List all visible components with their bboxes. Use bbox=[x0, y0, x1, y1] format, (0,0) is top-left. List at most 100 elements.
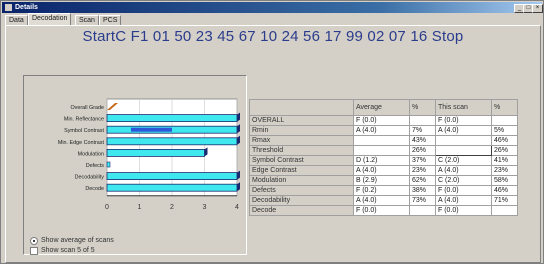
table-header-cell: % bbox=[491, 99, 518, 116]
bar-end bbox=[237, 170, 240, 180]
bar-main bbox=[106, 149, 205, 157]
table-cell bbox=[491, 205, 518, 216]
bar-end bbox=[237, 182, 240, 192]
decode-string: StartC F1 01 50 23 45 67 10 24 56 17 99 … bbox=[82, 28, 464, 45]
table-row: Decodability A (4.0) 73% A (4.0) 71% bbox=[249, 195, 518, 206]
table-cell bbox=[353, 135, 410, 146]
table-row: Edge Contrast A (4.0) 23% A (4.0) 23% bbox=[249, 165, 518, 176]
table-row: Rmin A (4.0) 7% A (4.0) 5% bbox=[249, 125, 518, 136]
table-row-label: Rmin bbox=[249, 125, 354, 136]
checkbox-show-scan[interactable] bbox=[30, 247, 38, 255]
table-header-cell bbox=[249, 99, 354, 116]
table-header-cell: % bbox=[409, 99, 436, 116]
x-tick-label: 3 bbox=[203, 204, 207, 211]
radio-show-average[interactable] bbox=[30, 237, 38, 245]
app-icon bbox=[5, 4, 12, 11]
category-label: Modulation bbox=[78, 151, 104, 157]
table-cell: 71% bbox=[491, 195, 518, 206]
table-cell: C (2.0) bbox=[435, 175, 492, 186]
category-label: Defects bbox=[86, 163, 105, 169]
table-cell: A (4.0) bbox=[435, 195, 492, 206]
table-cell: 5% bbox=[491, 125, 518, 136]
table-row: Threshold 26% 26% bbox=[249, 145, 518, 156]
option-show-average-label: Show average of scans bbox=[41, 237, 114, 244]
category-label: Overall Grade bbox=[70, 105, 104, 111]
table-cell: B (2.9) bbox=[353, 175, 410, 186]
grade-chart: 0 1 2 3 4 Overall Grade Min. Reflectance Symbol… bbox=[23, 75, 247, 255]
bar-secondary bbox=[131, 127, 172, 132]
table-cell: A (4.0) bbox=[353, 125, 410, 136]
table-cell: D (1.2) bbox=[353, 155, 410, 166]
table-cell bbox=[409, 205, 436, 216]
table-cell: 38% bbox=[409, 185, 436, 196]
x-tick-label: 0 bbox=[105, 204, 109, 211]
decodation-panel: StartC F1 01 50 23 45 67 10 24 56 17 99 … bbox=[5, 25, 541, 263]
bar-main bbox=[106, 183, 238, 192]
table-row: Defects F (0.2) 38% F (0.0) 46% bbox=[249, 185, 518, 196]
table-row: OVERALL F (0.0) F (0.0) bbox=[249, 115, 518, 126]
table-row-label: Modulation bbox=[249, 175, 354, 186]
category-label: Min. Reflectance bbox=[64, 117, 104, 123]
close-button[interactable]: × bbox=[532, 4, 543, 13]
bar-main bbox=[106, 172, 238, 180]
table-cell: 43% bbox=[409, 135, 436, 146]
window-title: Details bbox=[15, 4, 38, 11]
table-cell: A (4.0) bbox=[435, 125, 492, 136]
table-row-label: Defects bbox=[249, 185, 354, 196]
table-cell: 26% bbox=[409, 145, 436, 156]
table-cell: 46% bbox=[491, 135, 518, 146]
table-cell: F (0.0) bbox=[353, 205, 410, 216]
table-cell: F (0.0) bbox=[435, 205, 492, 216]
table-cell: A (4.0) bbox=[353, 165, 410, 176]
table-cell: F (0.0) bbox=[435, 115, 492, 126]
table-cell: A (4.0) bbox=[435, 165, 492, 176]
x-tick-label: 1 bbox=[138, 204, 142, 211]
table-row-label: Edge Contrast bbox=[249, 165, 354, 176]
table-cell: 73% bbox=[409, 195, 436, 206]
table-row-label: Decodability bbox=[249, 195, 354, 206]
grade-chart-svg: 0 1 2 3 4 Overall Grade Min. Reflectance Symbol… bbox=[58, 98, 240, 211]
table-cell: 23% bbox=[409, 165, 436, 176]
table-cell: F (0.2) bbox=[353, 185, 410, 196]
x-tick-label: 2 bbox=[170, 204, 174, 211]
table-cell: C (2.0) bbox=[435, 155, 492, 166]
bar-end bbox=[237, 124, 240, 134]
table-cell: A (4.0) bbox=[353, 195, 410, 206]
table-cell: 37% bbox=[409, 155, 436, 166]
table-cell: F (0.0) bbox=[435, 185, 492, 196]
table-row: Symbol Contrast D (1.2) 37% C (2.0) 41% bbox=[249, 155, 518, 166]
category-label: Decode bbox=[85, 186, 104, 192]
table-header-cell: Average bbox=[353, 99, 410, 116]
table-cell: F (0.0) bbox=[353, 115, 410, 126]
table-row-label: Threshold bbox=[249, 145, 354, 156]
table-cell bbox=[409, 115, 436, 126]
table-cell bbox=[353, 145, 410, 156]
table-cell: 26% bbox=[491, 145, 518, 156]
table-cell bbox=[435, 145, 492, 156]
table-row-label: Decode bbox=[249, 205, 354, 216]
table-header-cell: This scan bbox=[435, 99, 492, 116]
title-bar[interactable]: Details _ □ × bbox=[2, 2, 543, 13]
table-cell: 41% bbox=[491, 155, 518, 166]
table-row-label: Symbol Contrast bbox=[249, 155, 354, 166]
bar-end bbox=[237, 112, 240, 122]
bar-end bbox=[237, 135, 240, 145]
table-cell: 46% bbox=[491, 185, 518, 196]
table-cell bbox=[491, 115, 518, 126]
bar-main bbox=[106, 137, 238, 146]
table-row-label: Rmax bbox=[249, 135, 354, 146]
option-show-scan-label: Show scan 5 of 5 bbox=[41, 247, 95, 254]
table-row: Modulation B (2.9) 62% C (2.0) 58% bbox=[249, 175, 518, 186]
x-tick-label: 4 bbox=[235, 204, 239, 211]
table-cell bbox=[435, 135, 492, 146]
results-table: Average% This scan% OVERALL F (0.0) F (0.0) R… bbox=[249, 99, 518, 216]
table-cell: 23% bbox=[491, 165, 518, 176]
category-label: Symbol Contrast bbox=[64, 128, 104, 134]
table-cell: 62% bbox=[409, 175, 436, 186]
table-cell: 7% bbox=[409, 125, 436, 136]
table-row: Decode F (0.0) F (0.0) bbox=[249, 205, 518, 216]
category-label: Decodability bbox=[75, 175, 105, 181]
table-row: Rmax 43% 46% bbox=[249, 135, 518, 146]
bar-main bbox=[106, 161, 111, 168]
table-header-row: Average% This scan% bbox=[249, 99, 518, 116]
